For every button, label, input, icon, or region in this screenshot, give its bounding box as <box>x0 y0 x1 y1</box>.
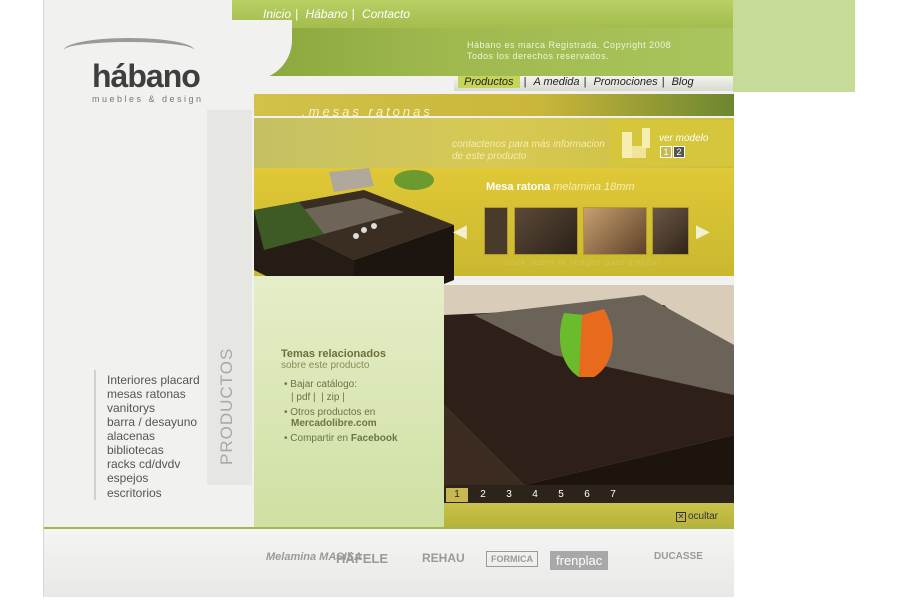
brand-ducasse[interactable]: DUCASSE <box>654 551 703 562</box>
click-hint: click sobre la imagen para ampliar <box>506 258 662 267</box>
catalog-label: • Bajar catálogo: <box>284 379 357 390</box>
brand-hafele[interactable]: HÄFELE <box>336 551 388 566</box>
page-2-button[interactable]: 2 <box>472 488 494 502</box>
product-title: Mesa ratona melamina 18mm <box>486 181 635 193</box>
product-detail: melamina 18mm <box>553 181 635 193</box>
nav-promociones[interactable]: Promociones <box>593 76 657 88</box>
brand-rehau[interactable]: REHAU <box>422 551 465 565</box>
contact-link[interactable]: contactenos para más informacion de este… <box>452 139 605 163</box>
close-icon: ✕ <box>676 512 686 522</box>
nav-habano[interactable]: Hábano <box>305 7 347 21</box>
thumbnail[interactable] <box>484 207 508 255</box>
shelf-model-icon <box>622 128 650 158</box>
mercadolibre-link[interactable]: Mercadolibre.com <box>291 418 377 429</box>
main-product-photo[interactable] <box>444 285 734 503</box>
top-nav: Inicio | Hábano | Contacto <box>263 7 410 21</box>
page-1-button[interactable]: 1 <box>446 488 468 502</box>
nav-blog[interactable]: Blog <box>672 76 694 88</box>
page-5-button[interactable]: 5 <box>550 488 572 502</box>
page-3-button[interactable]: 3 <box>498 488 520 502</box>
sidebar-item-vanitorys[interactable]: vanitorys <box>107 401 155 415</box>
related-title: Temas relacionados <box>281 348 386 360</box>
thumbnail[interactable] <box>514 207 578 255</box>
related-subtitle: sobre este producto <box>281 360 370 371</box>
section-title: .mesas ratonas <box>302 104 433 119</box>
page-4-button[interactable]: 4 <box>524 488 546 502</box>
copyright-line-1: Hábano es marca Registrada. Copyright 20… <box>467 40 672 50</box>
footer <box>44 529 734 597</box>
logo-tagline: muebles & design <box>92 94 204 104</box>
sidebar-item-mesas-ratonas[interactable]: mesas ratonas <box>107 387 186 401</box>
pdf-link[interactable]: | pdf | <box>291 392 316 403</box>
productos-vertical-label: PRODUCTOS <box>217 347 236 465</box>
product-name: Mesa ratona <box>486 181 551 193</box>
ocultar-button[interactable]: ✕ ocultar <box>676 511 718 522</box>
sidebar-item-espejos[interactable]: espejos <box>107 471 148 485</box>
compartir-facebook[interactable]: • Compartir en Facebook <box>284 433 398 444</box>
prev-arrow-icon[interactable]: ◀ <box>453 221 467 242</box>
nav-contacto[interactable]: Contacto <box>362 7 410 21</box>
contact-line-1: contactenos para más informacion <box>452 139 605 150</box>
right-green-block <box>733 0 855 92</box>
next-arrow-icon[interactable]: ▶ <box>696 221 710 242</box>
ocultar-label: ocultar <box>688 511 719 522</box>
sidebar-item-racks[interactable]: racks cd/dvdv <box>107 457 180 471</box>
copyright-text: Hábano es marca Registrada. Copyright 20… <box>467 40 671 62</box>
logo[interactable]: hábano <box>92 58 201 95</box>
modelo-2-button[interactable]: 2 <box>673 146 685 158</box>
product-nav: Productos | A medida | Promociones | Blog <box>454 76 734 91</box>
catalog-links: | pdf | | zip | <box>291 392 345 403</box>
zip-link[interactable]: | zip | <box>321 392 345 403</box>
sidebar-item-interiores-placard[interactable]: Interiores placard <box>107 373 200 387</box>
sidebar-item-bibliotecas[interactable]: bibliotecas <box>107 443 164 457</box>
related-panel <box>254 276 444 528</box>
page-7-button[interactable]: 7 <box>602 488 624 502</box>
sidebar-item-alacenas[interactable]: alacenas <box>107 429 155 443</box>
ver-modelo-label: ver modelo <box>659 133 709 144</box>
nav-a-medida[interactable]: A medida <box>533 76 579 88</box>
page-6-button[interactable]: 6 <box>576 488 598 502</box>
thumbnail[interactable] <box>652 207 689 255</box>
sidebar-item-escritorios[interactable]: escritorios <box>107 486 162 500</box>
thumbnail[interactable] <box>583 207 647 255</box>
brand-formica[interactable]: FORMICA <box>486 551 538 567</box>
brand-frenplac[interactable]: frenplac <box>550 551 609 570</box>
copyright-line-2: Todos los derechos reservados. <box>467 51 610 61</box>
nav-inicio[interactable]: Inicio <box>263 7 291 21</box>
nav-productos[interactable]: Productos <box>458 76 520 88</box>
otros-productos: • Otros productos en <box>284 407 376 418</box>
sidebar-item-barra-desayuno[interactable]: barra / desayuno <box>107 415 197 429</box>
modelo-1-button[interactable]: 1 <box>660 146 672 158</box>
contact-line-2: de este producto <box>452 151 527 162</box>
sidebar-divider <box>94 370 96 500</box>
site-container: Inicio | Hábano | Contacto Hábano es marca… <box>43 0 734 597</box>
